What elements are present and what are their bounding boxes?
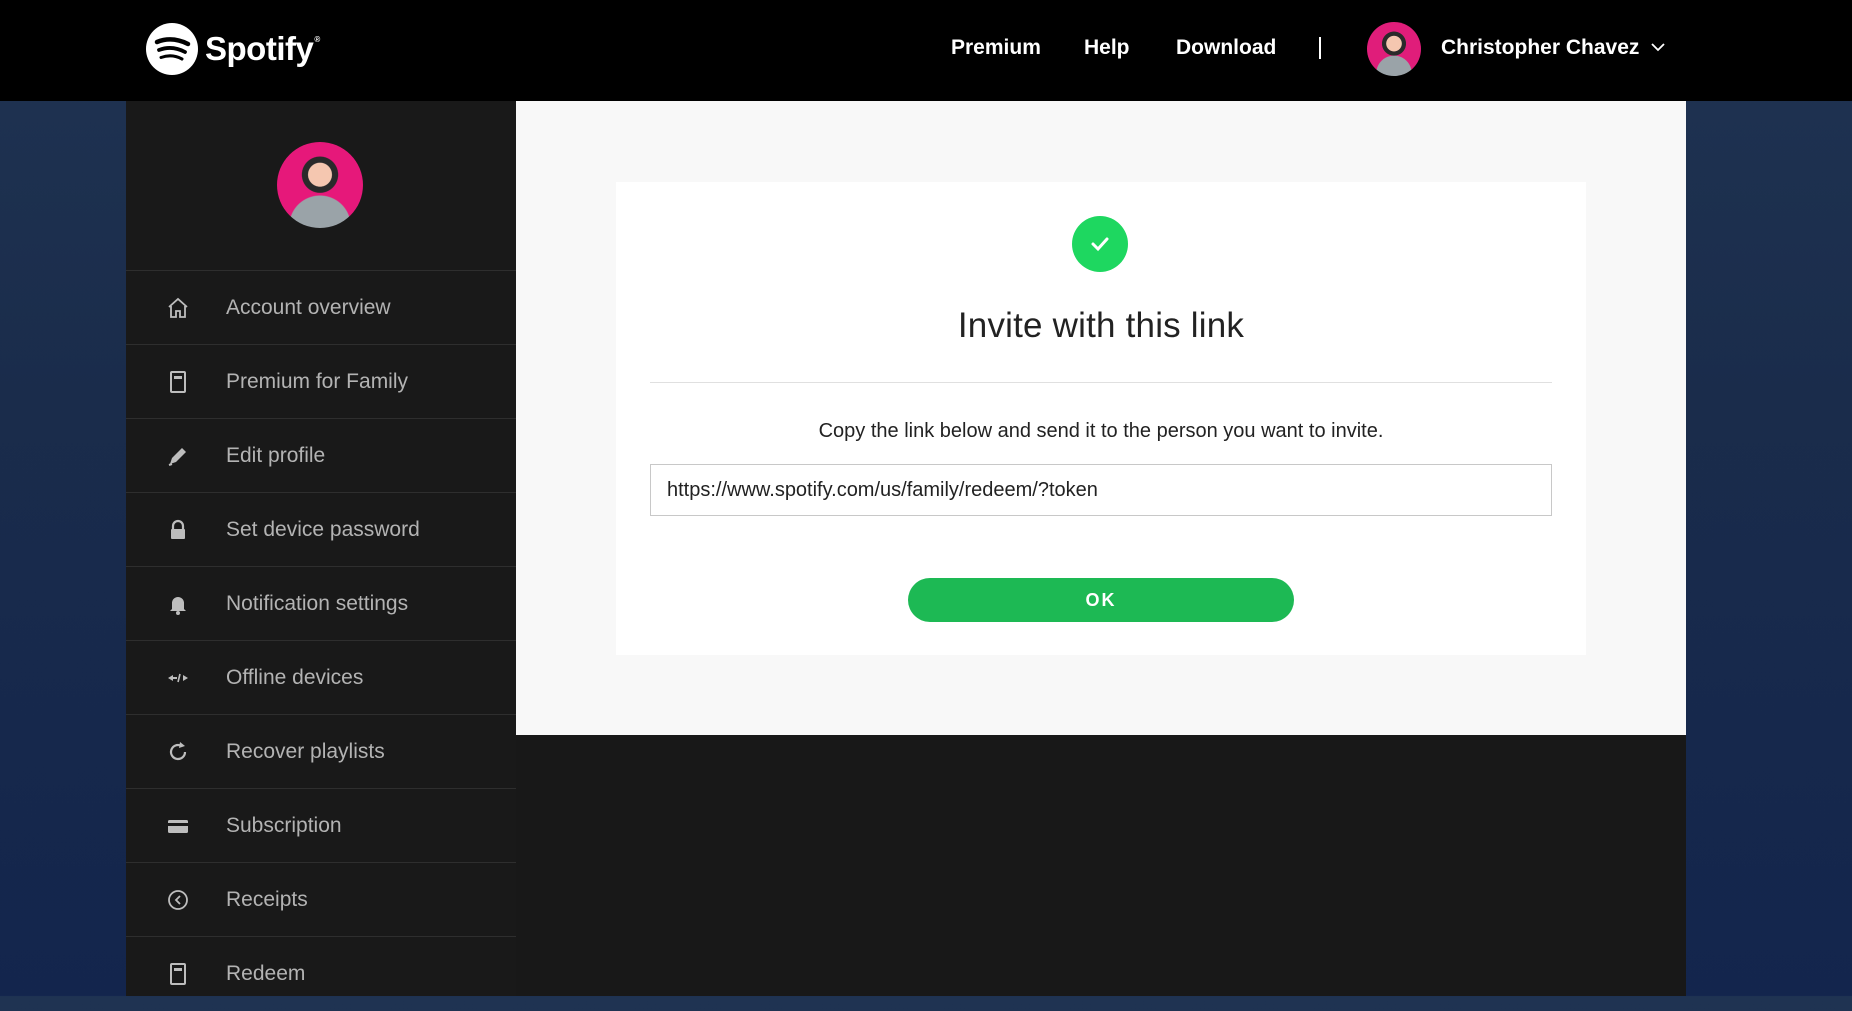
sidebar-item-account-overview[interactable]: Account overview: [126, 270, 516, 345]
ok-button[interactable]: OK: [908, 578, 1294, 622]
nav-premium[interactable]: Premium: [951, 36, 1041, 60]
sidebar-item-set-device-password[interactable]: Set device password: [126, 492, 516, 567]
sidebar-item-label: Offline devices: [226, 666, 364, 689]
card-divider: [650, 382, 1552, 383]
top-navbar: Spotify ® Premium Help Download Christop…: [0, 0, 1852, 101]
sidebar-item-label: Notification settings: [226, 592, 409, 615]
home-icon: [166, 296, 190, 320]
invite-title: Invite with this link: [957, 306, 1245, 345]
sidebar-item-receipts[interactable]: Receipts: [126, 862, 516, 937]
sidebar-item-premium-for-family[interactable]: Premium for Family: [126, 344, 516, 419]
redeem-icon: [166, 962, 190, 986]
pencil-icon: [166, 444, 190, 468]
sidebar-item-label: Set device password: [226, 518, 420, 541]
sidebar-item-notification-settings[interactable]: Notification settings: [126, 566, 516, 641]
recover-icon: [166, 740, 190, 764]
sidebar-item-offline-devices[interactable]: Offline devices: [126, 640, 516, 715]
sidebar-item-subscription[interactable]: Subscription: [126, 788, 516, 863]
sidebar-item-label: Subscription: [226, 814, 342, 837]
offline-devices-icon: [166, 666, 190, 690]
sidebar-item-label: Redeem: [226, 962, 306, 985]
profile-avatar: [277, 142, 363, 228]
spotify-logo-icon: [146, 23, 198, 75]
sidebar-item-redeem[interactable]: Redeem: [126, 936, 516, 1011]
sidebar-item-recover-playlists[interactable]: Recover playlists: [126, 714, 516, 789]
nav-divider: [1319, 37, 1321, 59]
content-footer-area: [516, 735, 1686, 996]
sidebar-item-edit-profile[interactable]: Edit profile: [126, 418, 516, 493]
checkmark-icon: [1072, 216, 1128, 272]
invite-link-field[interactable]: [650, 464, 1552, 516]
nav-download[interactable]: Download: [1176, 36, 1276, 60]
chevron-down-icon[interactable]: [1649, 38, 1667, 56]
user-avatar[interactable]: [1367, 22, 1421, 76]
spotify-logo[interactable]: Spotify ®: [146, 23, 320, 75]
receipt-icon: [166, 888, 190, 912]
sidebar-item-label: Recover playlists: [226, 740, 385, 763]
sidebar-item-label: Receipts: [226, 888, 308, 911]
registered-mark: ®: [314, 35, 320, 44]
bell-icon: [166, 592, 190, 616]
brand-name: Spotify: [205, 30, 314, 67]
card-icon: [166, 814, 190, 838]
sidebar-item-label: Account overview: [226, 296, 391, 319]
sidebar-item-label: Edit profile: [226, 444, 326, 467]
lock-icon: [166, 518, 190, 542]
nav-help[interactable]: Help: [1084, 36, 1130, 60]
family-icon: [166, 370, 190, 394]
user-menu-name[interactable]: Christopher Chavez: [1441, 36, 1639, 60]
sidebar-item-label: Premium for Family: [226, 370, 409, 393]
invite-description: Copy the link below and send it to the p…: [818, 420, 1384, 442]
